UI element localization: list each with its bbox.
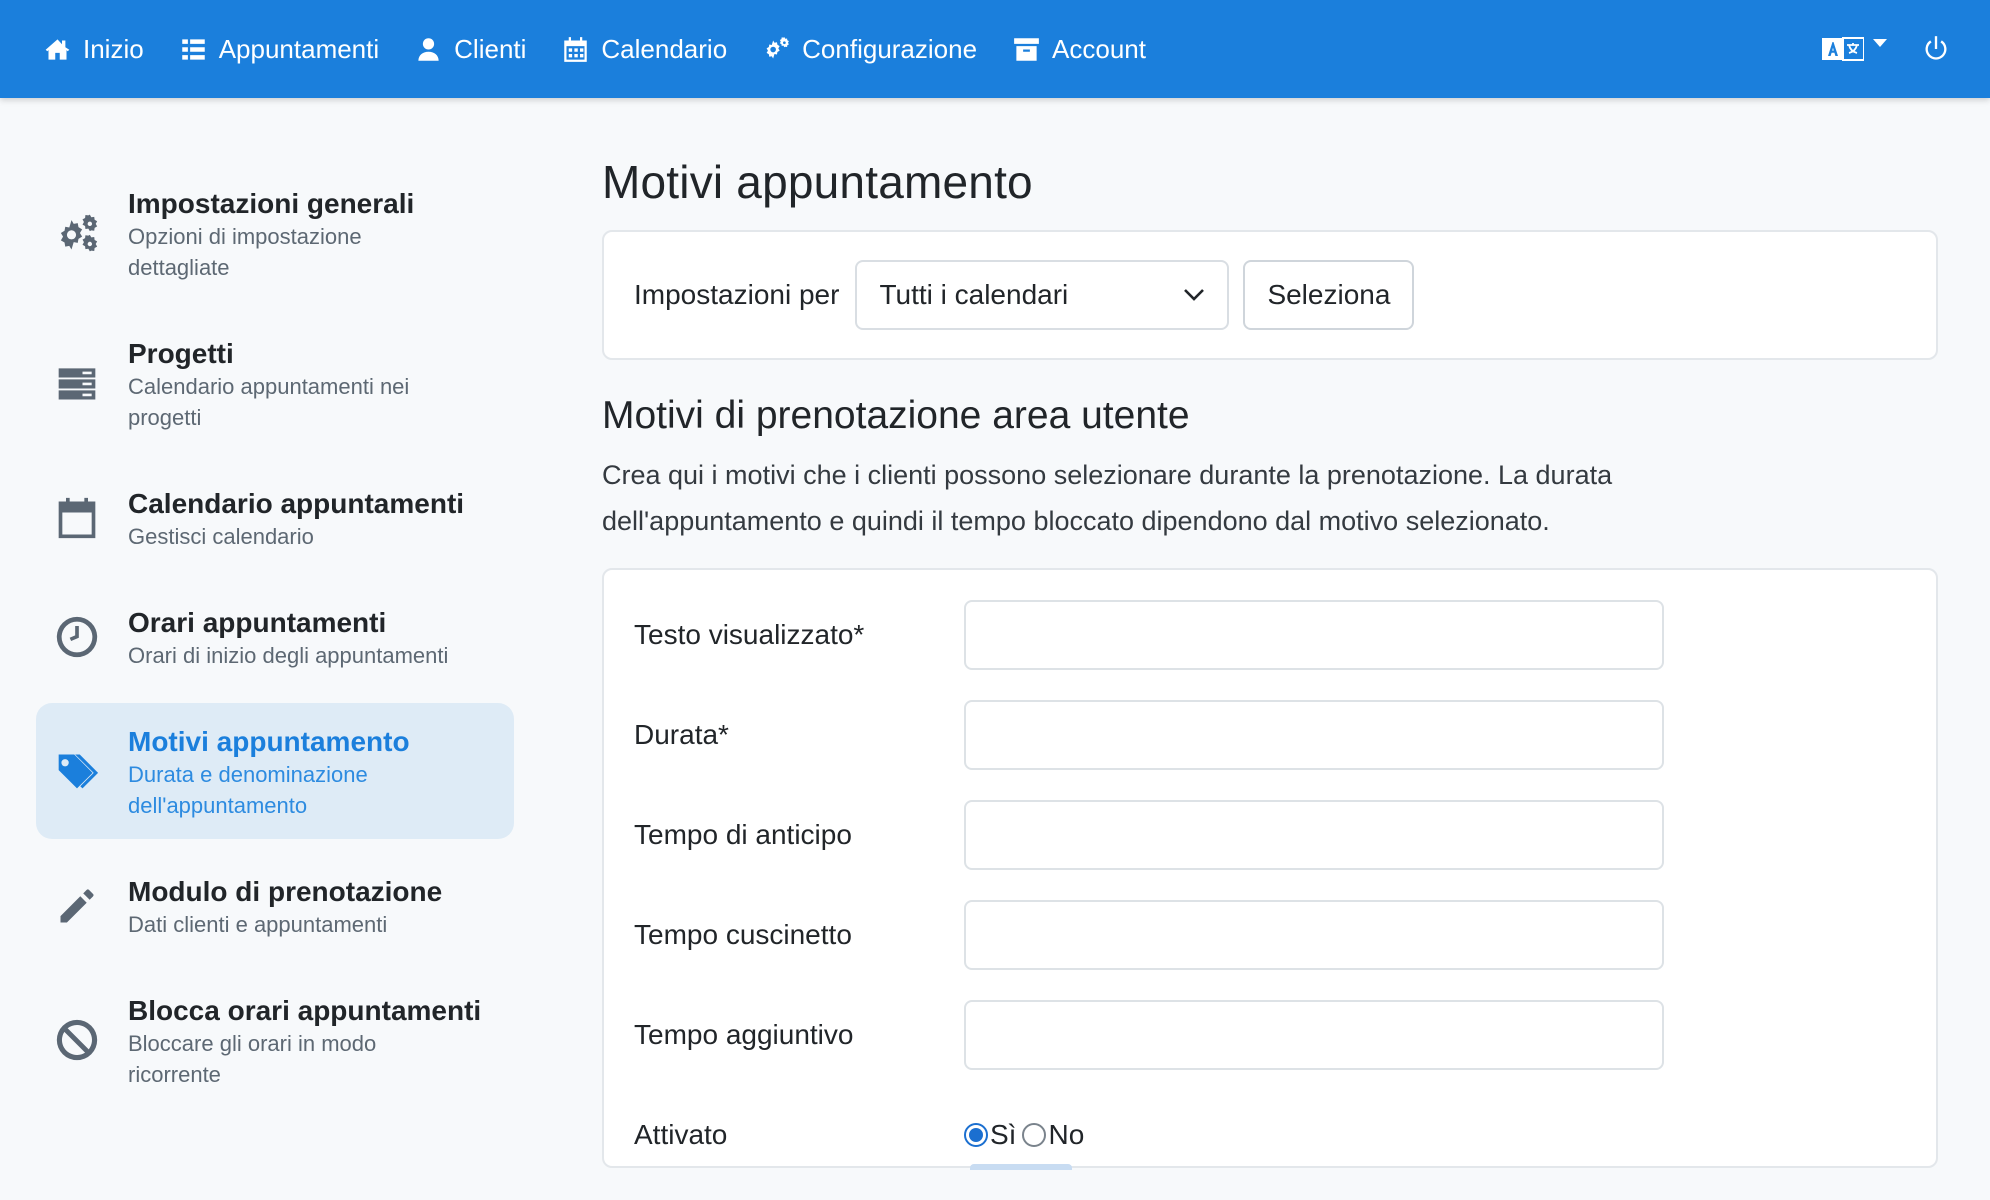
enabled-yes-radio[interactable] (964, 1123, 988, 1147)
sidebar-item-subtitle: Calendario appuntamenti nei progetti (128, 374, 410, 430)
sidebar-item-title: Orari appuntamenti (128, 607, 387, 638)
nav-item-appuntamenti[interactable]: Appuntamenti (180, 34, 379, 65)
sidebar-item-progetti[interactable]: Progetti Calendario appuntamenti nei pro… (36, 315, 514, 451)
settings-for-label: Impostazioni per (634, 279, 840, 310)
logout-button[interactable] (1922, 35, 1950, 63)
advance-time-label: Tempo di anticipo (634, 819, 852, 850)
chevron-down-icon (1184, 289, 1205, 301)
form-row-advance-time: Tempo di anticipo (604, 800, 1936, 870)
section-title: Motivi di prenotazione area utente (602, 394, 1190, 437)
nav-item-clienti[interactable]: Clienti (415, 34, 526, 65)
sidebar-item-modulo-prenotazione[interactable]: Modulo di prenotazione Dati clienti e ap… (36, 853, 514, 958)
sidebar-item-subtitle: Bloccare gli orari in modo ricorrente (128, 1031, 377, 1087)
power-icon (1925, 36, 1947, 60)
main-content: Motivi appuntamento Impostazioni per Tut… (602, 150, 1938, 1170)
sidebar-item-title: Calendario appuntamenti (128, 488, 465, 519)
sidebar-item-subtitle: Orari di inizio degli appuntamenti (128, 643, 449, 668)
calendar-select-value: Tutti i calendari (879, 279, 1069, 310)
sidebar-item-title: Progetti (128, 338, 234, 369)
chevron-down-icon (1873, 39, 1887, 47)
form-row-buffer-time: Tempo cuscinetto (604, 900, 1936, 970)
section-description: Crea qui i motivi che i clienti possono … (602, 460, 1613, 536)
language-dropdown[interactable] (1822, 36, 1888, 62)
calendar-icon (564, 36, 588, 62)
form-row-duration: Durata* (604, 700, 1936, 770)
buffer-time-input[interactable] (964, 900, 1664, 970)
gears-icon (766, 36, 790, 58)
gears-icon (54, 210, 100, 256)
reason-form-card: Testo visualizzato* Durata* Tempo di ant… (602, 568, 1938, 1170)
buffer-time-label: Tempo cuscinetto (634, 919, 852, 950)
duration-input[interactable] (964, 700, 1664, 770)
nav-item-calendario[interactable]: Calendario (562, 34, 727, 65)
enabled-label: Attivato (634, 1119, 728, 1150)
page-title: Motivi appuntamento (602, 156, 1033, 208)
display-text-label: Testo visualizzato* (634, 619, 865, 650)
calendar-icon (54, 495, 100, 541)
server-icon (54, 360, 100, 406)
sidebar-item-blocca-orari[interactable]: Blocca orari appuntamenti Bloccare gli o… (36, 972, 514, 1108)
settings-sidebar: Impostazioni generali Opzioni di imposta… (36, 165, 514, 1122)
additional-time-label: Tempo aggiuntivo (634, 1019, 854, 1050)
nav-label: Appuntamenti (218, 33, 380, 64)
display-text-input[interactable] (964, 600, 1664, 670)
top-navbar: Inizio Appuntamenti Clienti Calendario C… (0, 0, 1990, 98)
sidebar-item-title: Modulo di prenotazione (128, 876, 443, 907)
additional-time-input[interactable] (964, 1000, 1664, 1070)
sidebar-item-motivi-appuntamento[interactable]: Motivi appuntamento Durata e denominazio… (36, 703, 514, 839)
select-calendar-button[interactable]: Seleziona (1243, 260, 1415, 330)
tags-icon (54, 748, 100, 794)
save-button-edge[interactable] (970, 1164, 1072, 1170)
advance-time-input[interactable] (964, 800, 1664, 870)
user-icon (418, 37, 439, 61)
nav-label: Configurazione (802, 33, 978, 64)
form-row-display-text: Testo visualizzato* (604, 600, 1936, 670)
enabled-no-label[interactable]: No (1048, 1119, 1084, 1151)
nav-item-account[interactable]: Account (1013, 34, 1146, 65)
home-icon (45, 38, 70, 60)
sidebar-item-title: Motivi appuntamento (128, 726, 410, 757)
sidebar-item-title: Impostazioni generali (128, 188, 415, 219)
enabled-yes-label[interactable]: Sì (990, 1119, 1016, 1151)
nav-label: Calendario (601, 33, 728, 64)
duration-label: Durata* (634, 719, 729, 750)
nav-item-inizio[interactable]: Inizio (44, 34, 144, 65)
nav-label: Clienti (454, 33, 527, 64)
sidebar-item-subtitle: Dati clienti e appuntamenti (128, 912, 388, 937)
calendar-select[interactable]: Tutti i calendari (855, 260, 1230, 330)
nav-label: Account (1052, 33, 1146, 64)
nav-item-configurazione[interactable]: Configurazione (763, 34, 977, 65)
calendar-settings-card: Impostazioni per Tutti i calendari Selez… (602, 230, 1938, 360)
pencil-icon (54, 883, 100, 929)
form-row-enabled: Attivato Sì No (604, 1100, 1936, 1170)
sidebar-item-subtitle: Gestisci calendario (128, 524, 314, 549)
sidebar-item-impostazioni-generali[interactable]: Impostazioni generali Opzioni di imposta… (36, 165, 514, 301)
enabled-radio-group: Sì No (964, 1119, 1090, 1151)
sidebar-item-subtitle: Opzioni di impostazione dettagliate (128, 224, 362, 280)
nav-label: Inizio (83, 33, 144, 64)
ban-icon (54, 1017, 100, 1063)
sidebar-item-orari-appuntamenti[interactable]: Orari appuntamenti Orari di inizio degli… (36, 584, 514, 689)
list-icon (181, 38, 205, 60)
sidebar-item-subtitle: Durata e denominazione dell'appuntamento (128, 762, 368, 818)
form-row-additional-time: Tempo aggiuntivo (604, 1000, 1936, 1070)
language-icon (1822, 37, 1864, 61)
navbar-right (1822, 0, 1950, 98)
enabled-no-radio[interactable] (1022, 1123, 1047, 1147)
sidebar-item-calendario-appuntamenti[interactable]: Calendario appuntamenti Gestisci calenda… (36, 465, 514, 570)
archive-icon (1014, 37, 1039, 61)
sidebar-item-title: Blocca orari appuntamenti (128, 995, 482, 1026)
clock-icon (54, 614, 100, 660)
